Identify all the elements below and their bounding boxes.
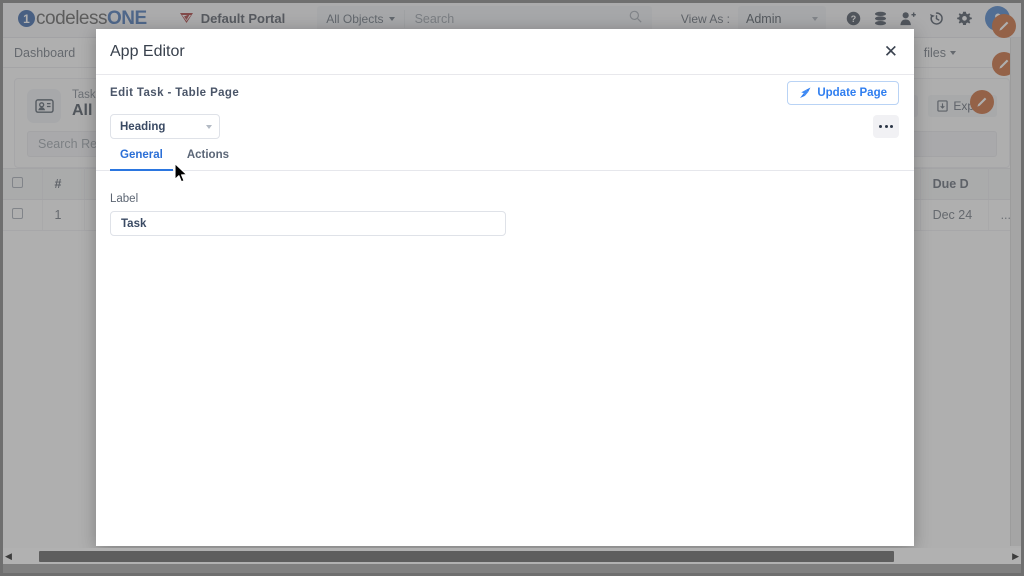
rocket-icon [800,87,811,98]
app-window: 1 codelessONE Default Portal All Objects… [0,0,1024,576]
bottom-bar [0,564,1024,576]
component-type-value: Heading [120,120,166,133]
scrollbar-thumb[interactable] [38,550,894,562]
modal-subheader: Edit Task - Table Page Update Page [96,75,914,110]
dot-icon [879,125,882,128]
tab-general[interactable]: General [110,149,173,171]
modal-header: App Editor ✕ [96,29,914,75]
breadcrumb: Edit Task - Table Page [110,86,240,99]
chevron-down-icon [206,124,212,129]
dot-icon [884,125,888,128]
mouse-cursor [174,163,189,189]
modal-controls-row: Heading [96,110,914,139]
component-type-dropdown[interactable]: Heading [110,114,220,139]
update-page-button[interactable]: Update Page [787,80,899,105]
label-field-input[interactable]: Task [110,211,506,236]
close-icon[interactable]: ✕ [884,43,898,60]
modal-title: App Editor [110,42,185,60]
label-field-label: Label [110,193,139,205]
app-editor-modal: App Editor ✕ Edit Task - Table Page Upda… [96,29,914,546]
more-options-button[interactable] [873,115,899,138]
dot-icon [890,125,893,128]
modal-body: Label Task [96,171,914,546]
scroll-right-arrow-icon[interactable]: ▶ [1007,551,1024,562]
update-page-label: Update Page [817,86,887,99]
modal-tabs: General Actions [96,139,914,171]
horizontal-scrollbar[interactable]: ◀ ▶ [0,548,1024,564]
scroll-left-arrow-icon[interactable]: ◀ [0,551,17,562]
